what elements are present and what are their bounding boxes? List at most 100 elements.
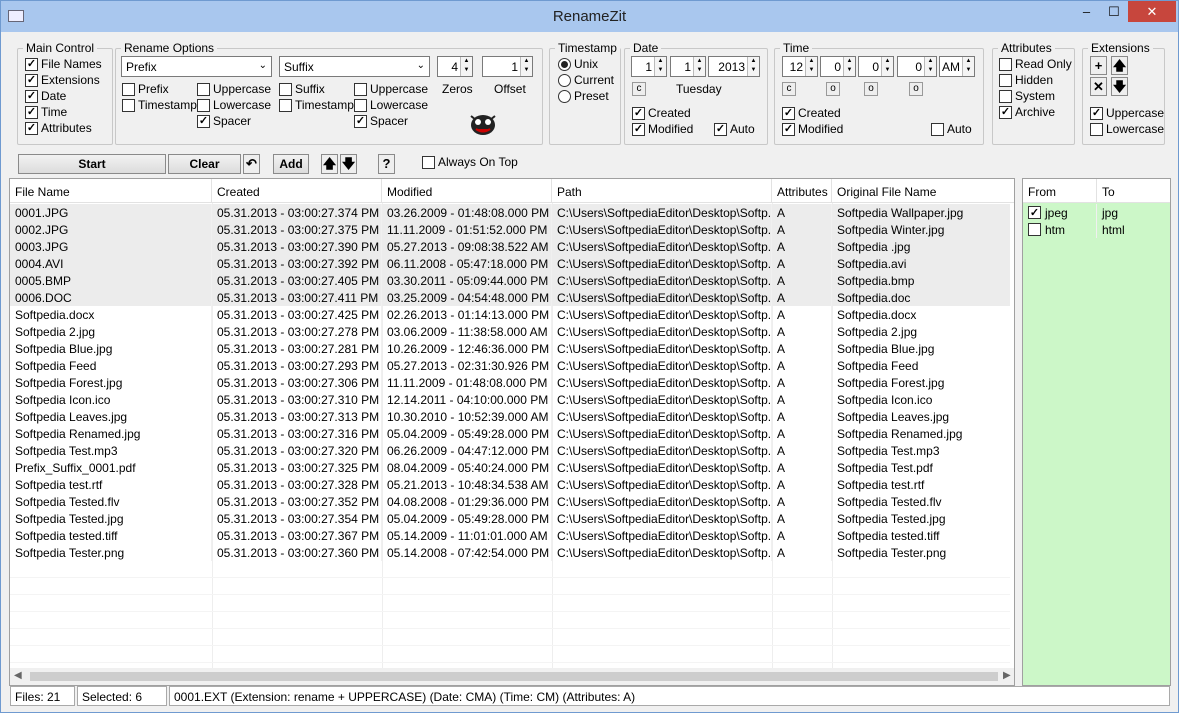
table-row[interactable]: Softpedia Tested.jpg 05.31.2013 - 03:00:2…	[10, 510, 1010, 527]
table-row[interactable]: Prefix_Suffix_0001.pdf 05.31.2013 - 03:00…	[10, 459, 1010, 476]
horizontal-scrollbar[interactable]: ◀ ▶	[10, 668, 1014, 685]
ext-uppercase-checkbox[interactable]: ✓ Uppercase	[1090, 106, 1164, 120]
date-created-checkbox[interactable]: ✓ Created	[632, 106, 691, 120]
time-o-button-1[interactable]: o	[826, 82, 840, 96]
prefix-case-1-checkbox[interactable]: Lowercase	[197, 98, 271, 112]
table-row[interactable]: 0004.AVI 05.31.2013 - 03:00:27.392 PM 06.1…	[10, 255, 1010, 272]
main-control-1-checkbox[interactable]: ✓ Extensions	[25, 73, 100, 87]
start-button[interactable]: Start	[18, 154, 166, 174]
ext-column-header[interactable]: To	[1097, 179, 1170, 203]
main-control-0-checkbox[interactable]: ✓ File Names	[25, 57, 102, 71]
time-minute-spinner[interactable]: 0 ▲ ▼	[820, 56, 856, 77]
column-header[interactable]: File Name	[10, 179, 212, 203]
column-header[interactable]: Modified	[382, 179, 552, 203]
move-down-icon[interactable]: 🡇	[340, 154, 357, 174]
table-row[interactable]: 0002.JPG 05.31.2013 - 03:00:27.375 PM 11.1…	[10, 221, 1010, 238]
spin-arrows-icon[interactable]: ▲ ▼	[962, 57, 974, 76]
column-header[interactable]: Created	[212, 179, 382, 203]
date-auto-checkbox[interactable]: ✓ Auto	[714, 122, 755, 136]
table-row[interactable]: Softpedia Renamed.jpg 05.31.2013 - 03:00:…	[10, 425, 1010, 442]
time-ms-spinner[interactable]: 0 ▲ ▼	[897, 56, 937, 77]
checkbox-box[interactable]	[1028, 223, 1041, 236]
help-icon[interactable]: ?	[378, 154, 395, 174]
move-down-extension-icon[interactable]: 🡇	[1111, 77, 1128, 96]
date-month-spinner[interactable]: 1 ▲ ▼	[631, 56, 667, 77]
spin-arrows-icon[interactable]: ▲ ▼	[805, 57, 817, 76]
spin-arrows-icon[interactable]: ▲ ▼	[693, 57, 705, 76]
scrollbar-thumb[interactable]	[30, 672, 998, 681]
suffix-case-2-checkbox[interactable]: ✓ Spacer	[354, 114, 408, 128]
main-control-2-checkbox[interactable]: ✓ Date	[25, 89, 66, 103]
ext-table-row[interactable]: ✓ jpeg jpg	[1023, 204, 1170, 221]
time-c-button[interactable]: c	[782, 82, 796, 96]
time-modified-checkbox[interactable]: ✓ Modified	[782, 122, 843, 136]
timestamp-1-radio[interactable]: Current	[558, 73, 614, 87]
attribute-2-checkbox[interactable]: System	[999, 89, 1055, 103]
extension-table[interactable]: From To ✓ jpeg jpg htm html	[1022, 178, 1171, 686]
timestamp-0-radio[interactable]: Unix	[558, 57, 598, 71]
column-header[interactable]: Original File Name	[832, 179, 1014, 203]
time-hour-spinner[interactable]: 12 ▲ ▼	[782, 56, 818, 77]
offset-spinner[interactable]: 1 ▲ ▼	[482, 56, 533, 77]
time-o-button-3[interactable]: o	[909, 82, 923, 96]
table-row[interactable]: 0005.BMP 05.31.2013 - 03:00:27.405 PM 03.3…	[10, 272, 1010, 289]
table-row[interactable]: Softpedia tested.tiff 05.31.2013 - 03:00:…	[10, 527, 1010, 544]
table-row[interactable]: Softpedia test.rtf 05.31.2013 - 03:00:27.…	[10, 476, 1010, 493]
scroll-right-icon[interactable]: ▶	[1003, 670, 1011, 681]
always-on-top-checkbox[interactable]: Always On Top	[422, 155, 518, 169]
table-row[interactable]: Softpedia Icon.ico 05.31.2013 - 03:00:27.…	[10, 391, 1010, 408]
prefix-option-0-checkbox[interactable]: Prefix	[122, 82, 169, 96]
table-row[interactable]: Softpedia Test.mp3 05.31.2013 - 03:00:27.…	[10, 442, 1010, 459]
table-row[interactable]: Softpedia Tested.flv 05.31.2013 - 03:00:2…	[10, 493, 1010, 510]
ext-lowercase-checkbox[interactable]: Lowercase	[1090, 122, 1164, 136]
main-control-4-checkbox[interactable]: ✓ Attributes	[25, 121, 92, 135]
prefix-option-1-checkbox[interactable]: Timestamp	[122, 98, 197, 112]
minimize-button[interactable]: –	[1073, 1, 1100, 22]
column-header[interactable]: Attributes	[772, 179, 832, 203]
ext-table-row[interactable]: htm html	[1023, 221, 1170, 238]
table-row[interactable]: Softpedia Blue.jpg 05.31.2013 - 03:00:27.…	[10, 340, 1010, 357]
spin-arrows-icon[interactable]: ▲ ▼	[881, 57, 893, 76]
zeros-spinner[interactable]: 4 ▲ ▼	[437, 56, 473, 77]
spin-arrows-icon[interactable]: ▲ ▼	[654, 57, 666, 76]
spin-arrows-icon[interactable]: ▲ ▼	[460, 57, 472, 76]
date-modified-checkbox[interactable]: ✓ Modified	[632, 122, 693, 136]
scroll-left-icon[interactable]: ◀	[14, 670, 22, 681]
column-header[interactable]: Path	[552, 179, 772, 203]
attribute-1-checkbox[interactable]: Hidden	[999, 73, 1053, 87]
table-row[interactable]: 0006.DOC 05.31.2013 - 03:00:27.411 PM 03.2…	[10, 289, 1010, 306]
date-c-button[interactable]: c	[632, 82, 646, 96]
table-row[interactable]: Softpedia.docx 05.31.2013 - 03:00:27.425 …	[10, 306, 1010, 323]
suffix-option-1-checkbox[interactable]: Timestamp	[279, 98, 354, 112]
table-row[interactable]: Softpedia Leaves.jpg 05.31.2013 - 03:00:2…	[10, 408, 1010, 425]
remove-extension-icon[interactable]: ✕	[1090, 77, 1107, 96]
table-row[interactable]: 0001.JPG 05.31.2013 - 03:00:27.374 PM 03.2…	[10, 204, 1010, 221]
date-day-spinner[interactable]: 1 ▲ ▼	[670, 56, 706, 77]
time-ampm-spinner[interactable]: AM ▲ ▼	[939, 56, 975, 77]
file-table[interactable]: ◀ ▶ File Name Created Modified Path Attribut…	[9, 178, 1015, 686]
ext-column-header[interactable]: From	[1023, 179, 1097, 203]
clear-button[interactable]: Clear	[168, 154, 241, 174]
time-created-checkbox[interactable]: ✓ Created	[782, 106, 841, 120]
spin-arrows-icon[interactable]: ▲ ▼	[924, 57, 936, 76]
time-o-button-2[interactable]: o	[864, 82, 878, 96]
table-row[interactable]: Softpedia 2.jpg 05.31.2013 - 03:00:27.278…	[10, 323, 1010, 340]
suffix-option-0-checkbox[interactable]: Suffix	[279, 82, 325, 96]
move-up-extension-icon[interactable]: 🡅	[1111, 56, 1128, 75]
prefix-case-2-checkbox[interactable]: ✓ Spacer	[197, 114, 251, 128]
maximize-button[interactable]: ☐	[1101, 1, 1127, 22]
move-up-icon[interactable]: 🡅	[321, 154, 338, 174]
attribute-3-checkbox[interactable]: ✓ Archive	[999, 105, 1055, 119]
add-button[interactable]: Add	[273, 154, 309, 174]
add-extension-icon[interactable]: +	[1090, 56, 1107, 75]
main-control-3-checkbox[interactable]: ✓ Time	[25, 105, 67, 119]
suffix-case-0-checkbox[interactable]: Uppercase	[354, 82, 428, 96]
spin-arrows-icon[interactable]: ▲ ▼	[520, 57, 532, 76]
table-row[interactable]: Softpedia Tester.png 05.31.2013 - 03:00:2…	[10, 544, 1010, 561]
attribute-0-checkbox[interactable]: Read Only	[999, 57, 1072, 71]
prefix-case-0-checkbox[interactable]: Uppercase	[197, 82, 271, 96]
undo-icon[interactable]: ↶	[243, 154, 260, 174]
suffix-case-1-checkbox[interactable]: Lowercase	[354, 98, 428, 112]
close-button[interactable]: ✕	[1128, 1, 1176, 22]
time-second-spinner[interactable]: 0 ▲ ▼	[858, 56, 894, 77]
